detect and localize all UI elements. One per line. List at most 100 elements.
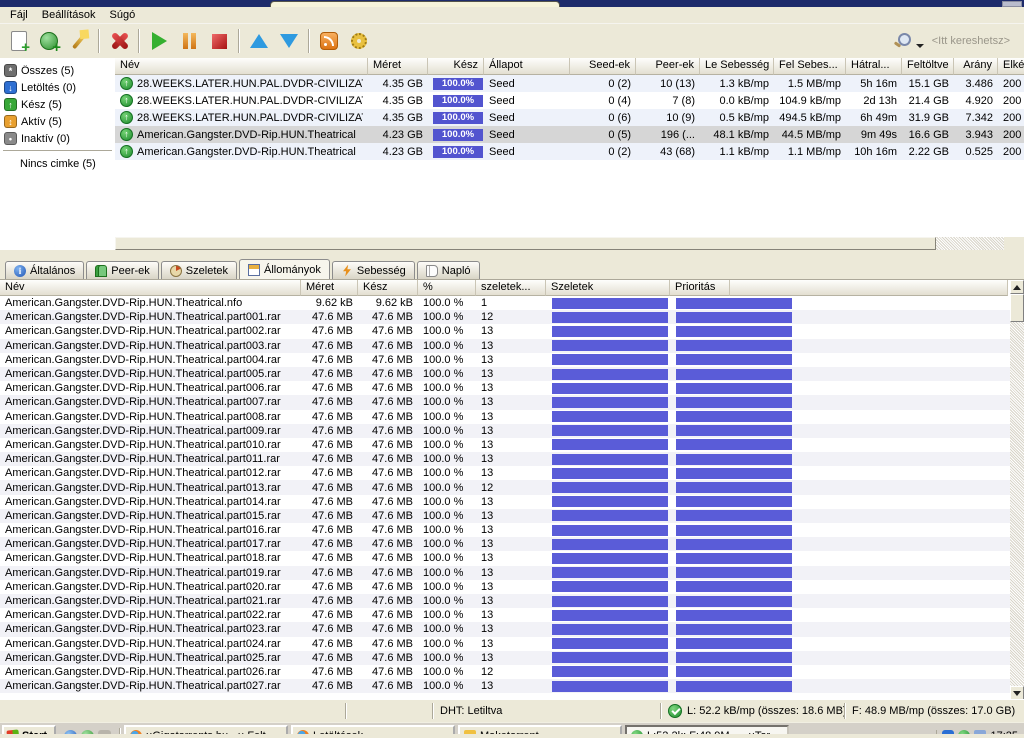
vertical-scrollbar-track[interactable] (1010, 322, 1024, 686)
file-column-header-0[interactable]: Név (0, 280, 301, 296)
taskbar-task-2[interactable]: Maketorrent (458, 725, 622, 734)
torrent-column-header-1[interactable]: Méret (368, 58, 428, 75)
file-column-header-2[interactable]: Kész (358, 280, 418, 296)
sidebar-item-1[interactable]: ↓Letöltés (0) (0, 79, 115, 96)
scroll-down-button[interactable] (1010, 686, 1024, 699)
tab-peerek[interactable]: Peer-ek (86, 261, 159, 279)
sidebar-item-3[interactable]: ↕Aktív (5) (0, 113, 115, 130)
file-column-header-5[interactable]: Szeletek (546, 280, 670, 296)
file-row[interactable]: American.Gangster.DVD-Rip.HUN.Theatrical… (0, 452, 1024, 466)
scroll-up-button[interactable] (1010, 280, 1024, 294)
file-row[interactable]: American.Gangster.DVD-Rip.HUN.Theatrical… (0, 424, 1024, 438)
search-box[interactable]: <Itt kereshetsz> (892, 31, 1020, 51)
sidebar-item-2[interactable]: ↑Kész (5) (0, 96, 115, 113)
menu-belltsok[interactable]: Beállítások (35, 8, 103, 22)
torrent-column-header-10[interactable]: Arány (954, 58, 998, 75)
torrent-row[interactable]: ↑28.WEEKS.LATER.HUN.PAL.DVDR-CIVILIZAT..… (115, 92, 1024, 109)
search-dropdown-icon[interactable] (916, 44, 924, 48)
file-column-header-4[interactable]: szeletek... (476, 280, 546, 296)
torrent-column-header-8[interactable]: Hátral... (846, 58, 902, 75)
vertical-scrollbar[interactable] (1010, 280, 1024, 699)
desktop-icon[interactable] (81, 730, 94, 735)
start-button[interactable] (144, 27, 174, 55)
torrent-row[interactable]: ↑28.WEEKS.LATER.HUN.PAL.DVDR-CIVILIZAT..… (115, 75, 1024, 92)
file-row[interactable]: American.Gangster.DVD-Rip.HUN.Theatrical… (0, 495, 1024, 509)
torrent-column-header-9[interactable]: Feltöltve (902, 58, 954, 75)
torrent-column-header-2[interactable]: Kész (428, 58, 484, 75)
settings-button[interactable] (344, 27, 374, 55)
horizontal-scrollbar-track[interactable] (936, 237, 1004, 250)
file-row[interactable]: American.Gangster.DVD-Rip.HUN.Theatrical… (0, 480, 1024, 494)
panel-splitter[interactable] (0, 250, 1024, 258)
remove-button[interactable] (104, 27, 134, 55)
file-row[interactable]: American.Gangster.DVD-Rip.HUN.Theatrical… (0, 537, 1024, 551)
file-row[interactable]: American.Gangster.DVD-Rip.HUN.Theatrical… (0, 580, 1024, 594)
torrent-column-header-11[interactable]: Elké (998, 58, 1024, 75)
tray-app-icon[interactable] (942, 730, 954, 734)
file-row[interactable]: American.Gangster.DVD-Rip.HUN.Theatrical… (0, 523, 1024, 537)
start-button[interactable]: Start (2, 725, 56, 734)
file-row[interactable]: American.Gangster.DVD-Rip.HUN.Theatrical… (0, 566, 1024, 580)
pause-button[interactable] (174, 27, 204, 55)
move-up-button[interactable] (244, 27, 274, 55)
create-torrent-button[interactable] (64, 27, 94, 55)
internet-explorer-icon[interactable] (64, 730, 77, 735)
torrent-column-header-4[interactable]: Seed-ek (570, 58, 636, 75)
file-row[interactable]: American.Gangster.DVD-Rip.HUN.Theatrical… (0, 651, 1024, 665)
file-column-header-7[interactable] (730, 280, 1008, 296)
sidebar-item-no-label[interactable]: Nincs cimke (5) (0, 155, 115, 172)
search-input[interactable]: <Itt kereshetsz> (932, 35, 1010, 47)
taskbar-task-3[interactable]: L:52.2k: F:48.9M... - µTor... (625, 725, 789, 734)
tab-ltalnos[interactable]: iÁltalános (5, 261, 84, 279)
horizontal-scrollbar[interactable] (115, 237, 1024, 250)
stop-button[interactable] (204, 27, 234, 55)
taskbar-task-0[interactable]: µGigatorrents.hu - µ Felt... (124, 725, 288, 734)
tab-napl[interactable]: Napló (417, 261, 480, 279)
file-row[interactable]: American.Gangster.DVD-Rip.HUN.Theatrical… (0, 594, 1024, 608)
file-row[interactable]: American.Gangster.DVD-Rip.HUN.Theatrical… (0, 509, 1024, 523)
vertical-scrollbar-thumb[interactable] (1010, 294, 1024, 322)
file-row[interactable]: American.Gangster.DVD-Rip.HUN.Theatrical… (0, 637, 1024, 651)
add-url-button[interactable] (34, 27, 64, 55)
file-row[interactable]: American.Gangster.DVD-Rip.HUN.Theatrical… (0, 608, 1024, 622)
file-column-header-6[interactable]: Prioritás (670, 280, 730, 296)
file-row[interactable]: American.Gangster.DVD-Rip.HUN.Theatrical… (0, 339, 1024, 353)
torrent-column-header-0[interactable]: Név (115, 58, 368, 75)
sidebar-item-4[interactable]: •Inaktív (0) (0, 130, 115, 147)
file-row[interactable]: American.Gangster.DVD-Rip.HUN.Theatrical… (0, 693, 1024, 694)
torrent-column-header-5[interactable]: Peer-ek (636, 58, 700, 75)
horizontal-scrollbar-thumb[interactable] (115, 237, 936, 250)
menu-sg[interactable]: Súgó (103, 8, 143, 22)
torrent-column-header-6[interactable]: Le Sebesség (700, 58, 774, 75)
menu-fjl[interactable]: Fájl (3, 8, 35, 22)
file-row[interactable]: American.Gangster.DVD-Rip.HUN.Theatrical… (0, 296, 1024, 310)
tab-sebessg[interactable]: Sebesség (332, 261, 415, 279)
tray-network-icon[interactable] (974, 730, 986, 734)
tab-llomnyok[interactable]: Állományok (239, 259, 330, 279)
file-row[interactable]: American.Gangster.DVD-Rip.HUN.Theatrical… (0, 381, 1024, 395)
torrent-row[interactable]: ↑28.WEEKS.LATER.HUN.PAL.DVDR-CIVILIZAT..… (115, 109, 1024, 126)
file-row[interactable]: American.Gangster.DVD-Rip.HUN.Theatrical… (0, 410, 1024, 424)
torrent-row[interactable]: ↑American.Gangster.DVD-Rip.HUN.Theatrica… (115, 143, 1024, 160)
file-column-header-1[interactable]: Méret (301, 280, 358, 296)
file-row[interactable]: American.Gangster.DVD-Rip.HUN.Theatrical… (0, 438, 1024, 452)
media-player-icon[interactable] (98, 730, 111, 735)
rss-button[interactable] (314, 27, 344, 55)
file-row[interactable]: American.Gangster.DVD-Rip.HUN.Theatrical… (0, 324, 1024, 338)
file-row[interactable]: American.Gangster.DVD-Rip.HUN.Theatrical… (0, 466, 1024, 480)
file-row[interactable]: American.Gangster.DVD-Rip.HUN.Theatrical… (0, 395, 1024, 409)
file-row[interactable]: American.Gangster.DVD-Rip.HUN.Theatrical… (0, 679, 1024, 693)
move-down-button[interactable] (274, 27, 304, 55)
torrent-column-header-7[interactable]: Fel Sebes... (774, 58, 846, 75)
file-row[interactable]: American.Gangster.DVD-Rip.HUN.Theatrical… (0, 310, 1024, 324)
torrent-row[interactable]: ↑American.Gangster.DVD-Rip.HUN.Theatrica… (115, 126, 1024, 143)
file-row[interactable]: American.Gangster.DVD-Rip.HUN.Theatrical… (0, 353, 1024, 367)
sidebar-item-0[interactable]: *Összes (5) (0, 62, 115, 79)
file-row[interactable]: American.Gangster.DVD-Rip.HUN.Theatrical… (0, 665, 1024, 679)
file-column-header-3[interactable]: % (418, 280, 476, 296)
file-row[interactable]: American.Gangster.DVD-Rip.HUN.Theatrical… (0, 367, 1024, 381)
tab-szeletek[interactable]: Szeletek (161, 261, 237, 279)
torrent-column-header-3[interactable]: Állapot (484, 58, 570, 75)
file-row[interactable]: American.Gangster.DVD-Rip.HUN.Theatrical… (0, 551, 1024, 565)
tray-utorrent-icon[interactable] (958, 730, 970, 734)
